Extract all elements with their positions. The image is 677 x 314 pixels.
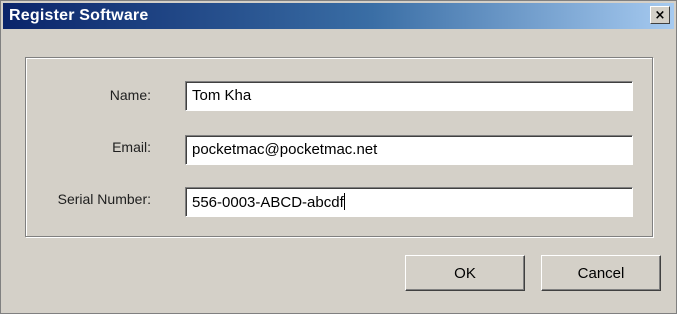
ok-button[interactable]: OK <box>405 255 525 291</box>
name-value: Tom Kha <box>192 87 252 104</box>
dialog-title: Register Software <box>9 7 149 24</box>
serial-number-field[interactable]: 556-0003-ABCD-abcdf <box>185 187 633 217</box>
name-label: Name: <box>109 87 151 103</box>
email-field[interactable]: pocketmac@pocketmac.net <box>185 135 633 165</box>
serial-number-label: Serial Number: <box>57 191 151 207</box>
close-button[interactable]: × <box>650 6 670 24</box>
name-field[interactable]: Tom Kha <box>185 81 633 111</box>
cancel-button[interactable]: Cancel <box>541 255 661 291</box>
serial-number-value: 556-0003-ABCD-abcdf <box>192 194 344 211</box>
email-value: pocketmac@pocketmac.net <box>192 141 378 158</box>
close-icon: × <box>654 7 666 23</box>
title-bar: Register Software × <box>3 3 674 29</box>
text-cursor <box>343 193 345 210</box>
register-software-dialog: Register Software × Name: Tom Kha Email:… <box>0 0 677 314</box>
ok-button-label: OK <box>454 264 476 282</box>
cancel-button-label: Cancel <box>577 264 625 282</box>
email-label: Email: <box>112 139 151 155</box>
